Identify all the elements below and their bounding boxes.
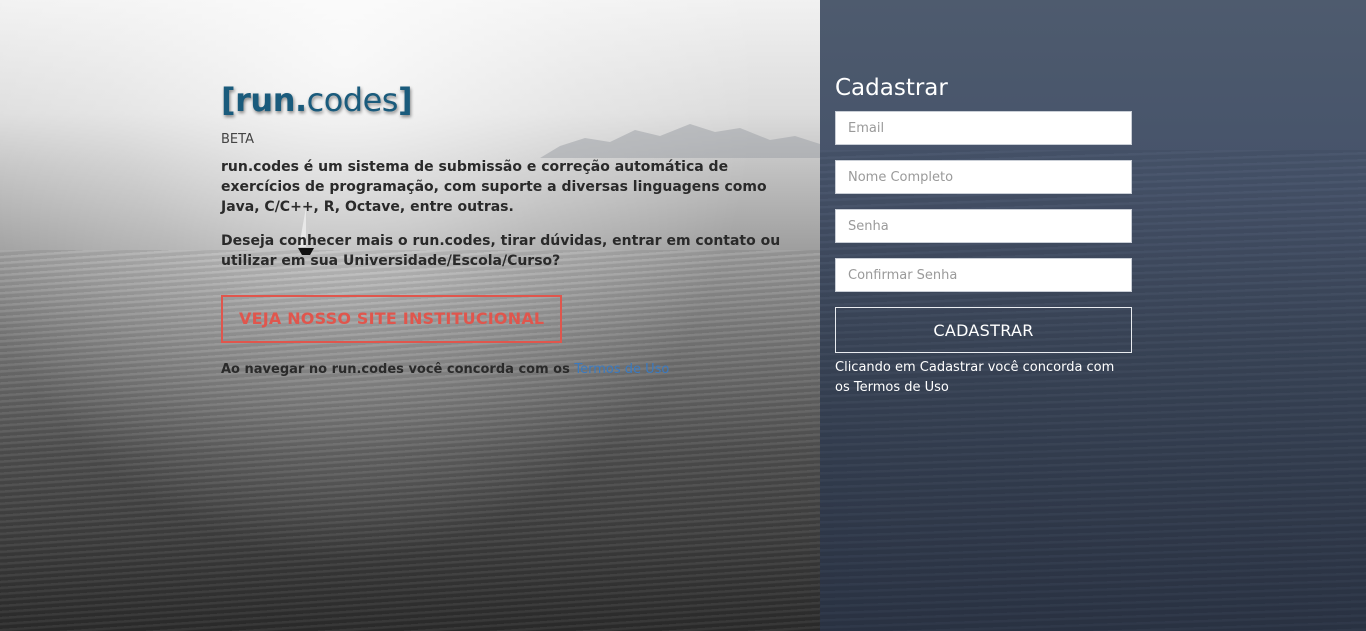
signup-form: Cadastrar CADASTRAR Clicando em Cadastra… xyxy=(835,72,1132,398)
email-field[interactable] xyxy=(835,111,1132,145)
run-codes-logo[interactable]: [run.codes] xyxy=(221,78,801,122)
signup-terms-notice: Clicando em Cadastrar você concorda com … xyxy=(835,358,1132,398)
terms-notice-text: Ao navegar no run.codes você concorda co… xyxy=(221,362,575,377)
signup-terms-link[interactable]: Termos de Uso xyxy=(854,380,949,395)
intro-description: run.codes é um sistema de submissão e co… xyxy=(221,159,767,215)
confirm-password-field[interactable] xyxy=(835,258,1132,292)
intro-question: Deseja conhecer mais o run.codes, tirar … xyxy=(221,233,781,269)
password-field[interactable] xyxy=(835,209,1132,243)
intro-section: [run.codes] BETA run.codes é um sistema … xyxy=(221,78,801,379)
terms-of-use-link[interactable]: Termos de Uso xyxy=(574,362,669,377)
logo-bracket-close: ] xyxy=(397,81,413,119)
logo-bracket-open: [ xyxy=(221,81,236,119)
signup-title: Cadastrar xyxy=(835,75,948,101)
logo-codes: codes xyxy=(306,81,399,119)
full-name-field[interactable] xyxy=(835,160,1132,194)
beta-label: BETA xyxy=(221,132,254,147)
logo-run: run. xyxy=(235,81,307,119)
institutional-site-button[interactable]: VEJA NOSSO SITE INSTITUCIONAL xyxy=(221,295,563,343)
signup-submit-button[interactable]: CADASTRAR xyxy=(835,307,1132,353)
terms-notice: Ao navegar no run.codes você concorda co… xyxy=(221,361,801,379)
